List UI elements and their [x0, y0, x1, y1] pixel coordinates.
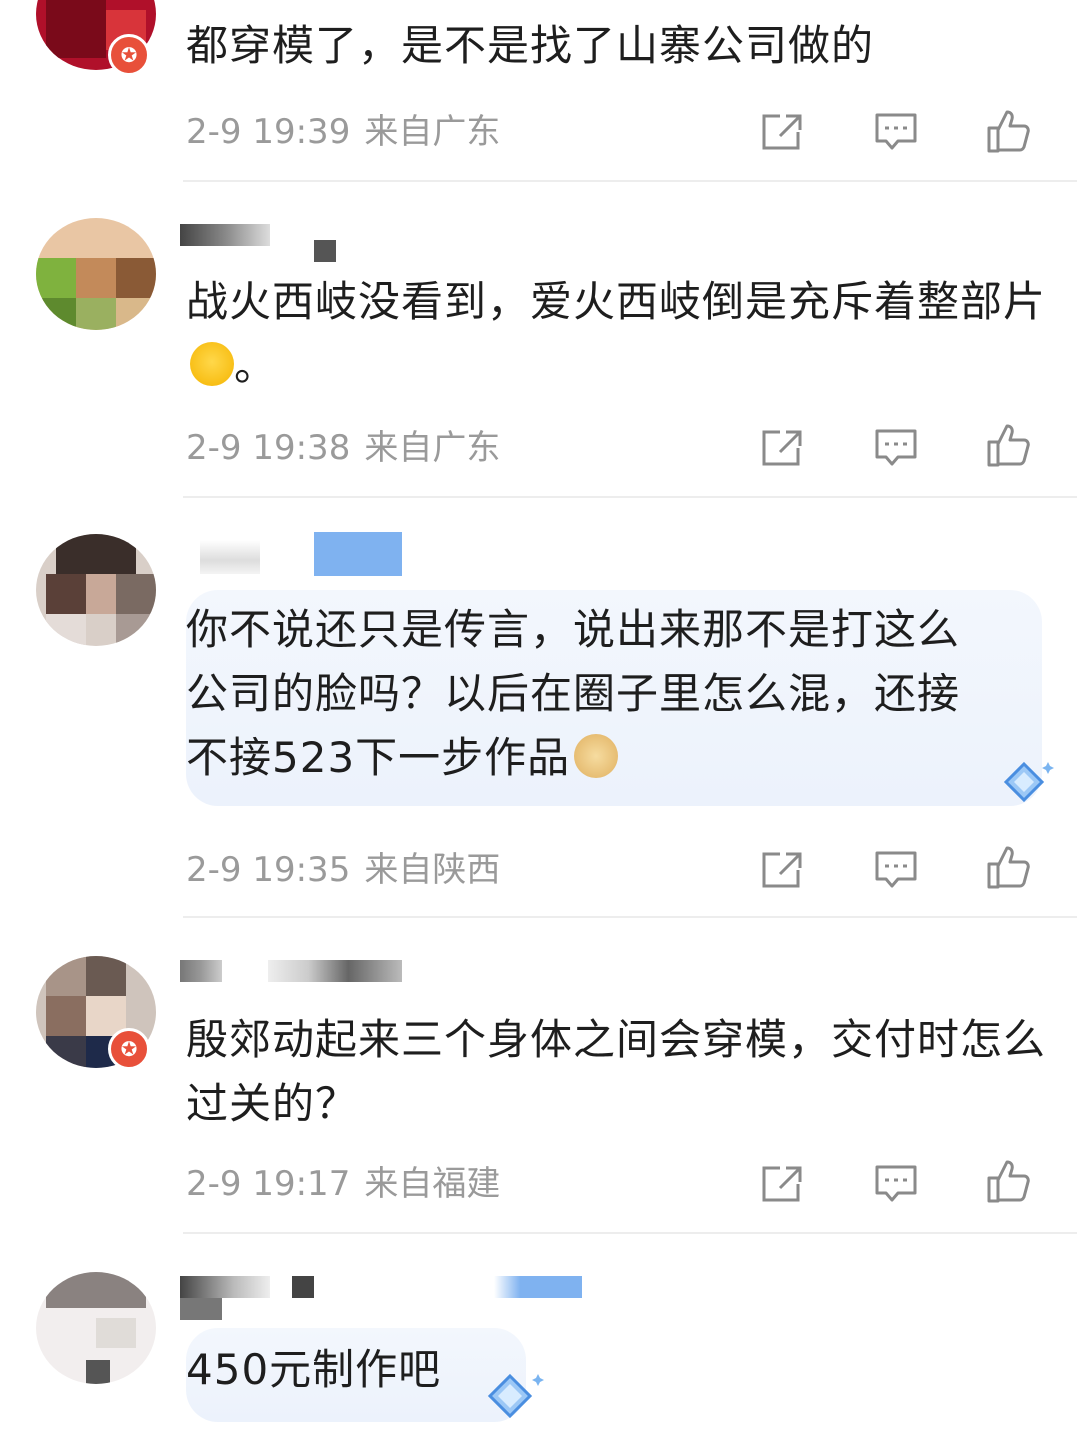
avatar[interactable] — [36, 218, 156, 330]
comment-text: 450元制作吧 — [186, 1345, 442, 1394]
thumbs-up-icon[interactable] — [986, 844, 1032, 890]
laughing-crying-emoji — [190, 342, 234, 386]
comment-meta: 2-9 19:17 来自福建 — [186, 1164, 500, 1204]
username-blurred[interactable] — [180, 960, 222, 982]
comment-meta: 2-9 19:38 来自广东 — [186, 428, 500, 468]
comment-icon[interactable] — [874, 1164, 918, 1204]
user-badge-blurred — [314, 532, 402, 576]
username-blurred — [314, 240, 336, 262]
username-blurred — [268, 960, 402, 982]
share-icon[interactable] — [760, 112, 804, 152]
comment-date: 2-9 19:35 — [186, 850, 351, 890]
thumbs-up-icon[interactable] — [986, 108, 1032, 154]
comment-icon[interactable] — [874, 428, 918, 468]
share-icon[interactable] — [760, 850, 804, 890]
comment-date: 2-9 19:17 — [186, 1164, 351, 1204]
comment-location: 来自陕西 — [364, 850, 501, 890]
thumbs-up-icon[interactable] — [986, 422, 1032, 468]
user-badge-blurred — [494, 1276, 582, 1298]
username-blurred — [292, 1276, 314, 1298]
comment-item: 你不说还只是传言，说出来那不是打这么 公司的脸吗？以后在圈子里怎么混，还接 不接… — [0, 498, 1077, 920]
comment-text: 殷郊动起来三个身体之间会穿模，交付时怎么过关的？ — [186, 1015, 1047, 1128]
comment-text: 你不说还只是传言，说出来那不是打这么 公司的脸吗？以后在圈子里怎么混，还接 不接… — [186, 605, 961, 782]
divider — [183, 180, 1077, 182]
share-icon[interactable] — [760, 1164, 804, 1204]
comment-item: 战火西岐没看到，爱火西岐倒是充斥着整部片。 2-9 19:38 来自广东 — [0, 184, 1077, 498]
username-blurred — [180, 1298, 222, 1320]
username-blurred[interactable] — [200, 540, 260, 574]
comment-icon[interactable] — [874, 112, 918, 152]
diamond-decoration-icon — [487, 1373, 544, 1419]
comment-date: 2-9 19:39 — [186, 112, 351, 152]
verified-badge-icon: ✪ — [108, 34, 150, 76]
divider — [183, 916, 1077, 918]
verified-badge-icon: ✪ — [108, 1028, 150, 1070]
diamond-decoration-icon — [1003, 761, 1054, 803]
comment-location: 来自广东 — [364, 428, 501, 468]
comment-item: ✪ 殷郊动起来三个身体之间会穿模，交付时怎么过关的？ 2-9 19:17 来自福建 — [0, 920, 1077, 1234]
avatar[interactable] — [36, 534, 156, 646]
comment-text: 都穿模了，是不是找了山寨公司做的 — [186, 21, 875, 70]
comment-date: 2-9 19:38 — [186, 428, 351, 468]
comment-item: ✪ 都穿模了，是不是找了山寨公司做的 2-9 19:39 来自广东 — [0, 0, 1077, 184]
username-blurred[interactable] — [180, 1276, 270, 1298]
username-blurred[interactable] — [180, 224, 270, 246]
comment-icon[interactable] — [874, 850, 918, 890]
avatar[interactable] — [36, 1272, 156, 1384]
doge-emoji — [574, 734, 619, 778]
comment-meta: 2-9 19:35 来自陕西 — [186, 850, 500, 890]
share-icon[interactable] — [760, 428, 804, 468]
thumbs-up-icon[interactable] — [986, 1158, 1032, 1204]
comment-meta: 2-9 19:39 来自广东 — [186, 112, 500, 152]
comment-location: 来自广东 — [364, 112, 501, 152]
comment-item: 450元制作吧 — [0, 1234, 1077, 1432]
comment-location: 来自福建 — [364, 1164, 501, 1204]
comment-text: 战火西岐没看到，爱火西岐倒是充斥着整部片。 — [186, 277, 1047, 390]
